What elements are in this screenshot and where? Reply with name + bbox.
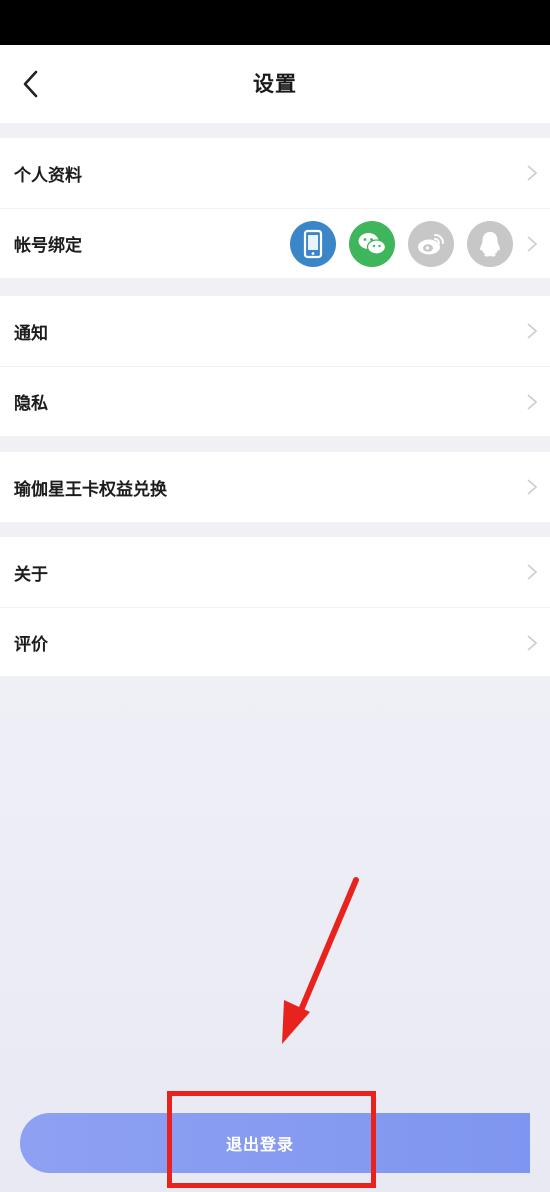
settings-item-label: 个人资料 [14,165,82,186]
settings-item-card-redeem[interactable]: 瑜伽星王卡权益兑换 [0,452,550,522]
qq-icon[interactable] [467,220,513,267]
settings-item-label: 通知 [14,323,48,344]
settings-group-benefits: 瑜伽星王卡权益兑换 [0,452,550,522]
settings-item-account-binding[interactable]: 帐号绑定 [0,208,550,278]
settings-item-label: 瑜伽星王卡权益兑换 [14,479,167,500]
chevron-right-icon [527,323,538,339]
weibo-icon[interactable] [408,220,454,267]
chevron-right-icon [527,235,538,252]
phone-icon[interactable] [290,220,336,267]
settings-item-profile[interactable]: 个人资料 [0,138,550,208]
settings-item-label: 关于 [14,564,48,585]
settings-item-about[interactable]: 关于 [0,537,550,607]
logout-label: 退出登录 [225,1135,294,1154]
status-bar [0,0,550,45]
chevron-right-icon [527,165,538,181]
wechat-icon[interactable] [349,220,395,267]
page-title: 设置 [253,72,297,96]
chevron-right-icon [527,634,538,651]
settings-item-notifications[interactable]: 通知 [0,296,550,366]
nav-bar: 设置 [0,45,550,123]
settings-item-label: 评价 [14,635,48,655]
settings-group-account: 个人资料 帐号绑定 [0,138,550,278]
logout-button[interactable]: 退出登录 [20,1113,530,1173]
settings-item-rate[interactable]: 评价 [0,607,550,677]
settings-item-privacy[interactable]: 隐私 [0,366,550,436]
chevron-right-icon [527,393,538,410]
chevron-right-icon [527,479,538,495]
settings-item-label: 隐私 [14,394,48,414]
chevron-right-icon [527,564,538,580]
binding-icons [290,220,513,267]
settings-group-notifications: 通知 隐私 [0,296,550,436]
settings-item-label: 帐号绑定 [14,236,82,256]
settings-group-about: 关于 评价 [0,537,550,677]
